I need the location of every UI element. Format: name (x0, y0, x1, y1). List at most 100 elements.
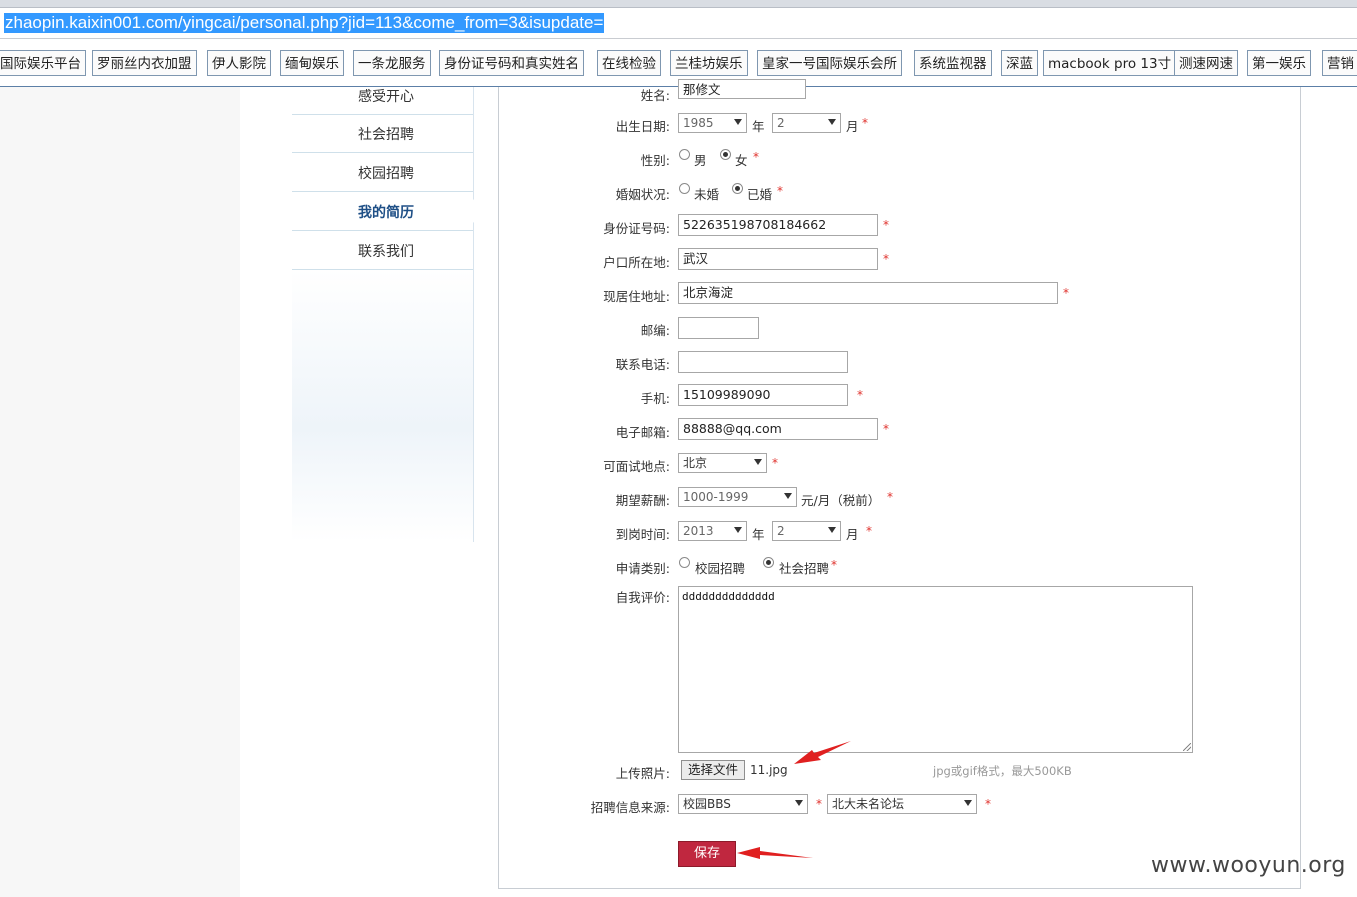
phone-field[interactable] (678, 351, 848, 373)
bookmark-item[interactable]: 缅甸娱乐 (280, 50, 344, 76)
photo-label: 上传照片: (615, 766, 670, 781)
birth-year-value: 1985 (683, 116, 714, 130)
arrival-month-value: 2 (777, 524, 785, 538)
arrival-time-label: 到岗时间: (615, 527, 670, 542)
interview-location-label: 可面试地点: (603, 459, 670, 474)
required-mark: * (883, 218, 889, 232)
year-unit: 年 (752, 119, 765, 134)
bookmark-item[interactable]: 罗丽丝内衣加盟 (92, 50, 197, 76)
bookmark-item[interactable]: 一条龙服务 (353, 50, 431, 76)
bookmark-item[interactable]: 国际娱乐平台 (0, 50, 86, 76)
required-mark: * (866, 524, 872, 538)
arrival-year-select[interactable]: 2013 (678, 521, 747, 541)
chevron-down-icon (734, 527, 742, 533)
page-gutter (0, 87, 240, 897)
resize-handle-icon[interactable] (1183, 743, 1191, 751)
email-label: 电子邮箱: (615, 425, 670, 440)
sidebar-item-experience[interactable]: 感受开心 (292, 77, 473, 115)
address-field[interactable]: 北京海淀 (678, 282, 1058, 304)
name-field[interactable]: 那修文 (678, 79, 806, 99)
bookmark-item[interactable]: 第一娱乐 (1247, 50, 1311, 76)
source-select[interactable]: 校园BBS (678, 794, 808, 814)
bookmark-item[interactable]: 在线检验 (597, 50, 661, 76)
interview-location-select[interactable]: 北京 (678, 453, 767, 473)
chevron-down-icon (734, 119, 742, 125)
id-number-field[interactable]: 522635198708184662 (678, 214, 878, 236)
sidebar: 感受开心 社会招聘 校园招聘 我的简历 联系我们 (292, 87, 474, 542)
required-mark: * (816, 797, 822, 811)
category-social-radio[interactable] (763, 557, 774, 568)
salary-select[interactable]: 1000-1999 (678, 487, 797, 507)
sidebar-item-social-recruit[interactable]: 社会招聘 (292, 115, 473, 153)
hukou-field[interactable]: 武汉 (678, 248, 878, 270)
zip-field[interactable] (678, 317, 759, 339)
sidebar-item-label: 校园招聘 (358, 166, 414, 182)
required-mark: * (887, 490, 893, 504)
mobile-label: 手机: (640, 391, 670, 406)
gender-female-radio[interactable] (720, 149, 731, 160)
required-mark: * (753, 150, 759, 164)
bookmark-item[interactable]: 测速网速 (1174, 50, 1238, 76)
zip-label: 邮编: (640, 323, 670, 338)
arrival-year-value: 2013 (683, 524, 714, 538)
gender-male-radio[interactable] (679, 149, 690, 160)
bookmark-item[interactable]: 身份证号码和真实姓名 (439, 50, 584, 76)
sidebar-item-campus-recruit[interactable]: 校园招聘 (292, 154, 473, 192)
address-bar[interactable]: zhaopin.kaixin001.com/yingcai/personal.p… (0, 8, 1357, 39)
address-label: 现居住地址: (603, 289, 670, 304)
chevron-down-icon (828, 119, 836, 125)
tab-strip (0, 0, 1357, 8)
salary-unit: 元/月（税前） (801, 493, 881, 508)
required-mark: * (831, 558, 837, 572)
sidebar-item-label: 我的简历 (358, 205, 414, 221)
bookmark-item[interactable]: 伊人影院 (207, 50, 271, 76)
category-label: 申请类别: (615, 561, 670, 576)
self-eval-textarea[interactable]: dddddddddddddd (678, 586, 1193, 753)
category-campus-label: 校园招聘 (695, 561, 746, 576)
marital-single-radio[interactable] (679, 183, 690, 194)
required-mark: * (772, 456, 778, 470)
arrival-month-select[interactable]: 2 (772, 521, 841, 541)
salary-value: 1000-1999 (683, 490, 749, 504)
marital-label: 婚姻状况: (615, 187, 670, 202)
id-number-label: 身份证号码: (603, 221, 670, 236)
gender-male-label: 男 (694, 153, 707, 168)
month-unit: 月 (846, 527, 859, 542)
source-detail-select[interactable]: 北大未名论坛 (827, 794, 977, 814)
save-button[interactable]: 保存 (678, 841, 736, 867)
watermark-text: www.wooyun.org (1151, 853, 1346, 878)
bookmark-item[interactable]: 皇家一号国际娱乐会所 (757, 50, 902, 76)
required-mark: * (1063, 286, 1069, 300)
chevron-down-icon (964, 800, 972, 806)
interview-location-value: 北京 (683, 456, 708, 470)
required-mark: * (857, 388, 863, 402)
bookmark-item[interactable]: 兰桂坊娱乐 (670, 50, 748, 76)
mobile-field[interactable]: 15109989090 (678, 384, 848, 406)
self-eval-text: dddddddddddddd (682, 590, 775, 603)
phone-label: 联系电话: (615, 357, 670, 372)
file-hint: jpg或gif格式，最大500KB (933, 764, 1072, 778)
active-caret (464, 199, 474, 223)
salary-label: 期望薪酬: (615, 493, 670, 508)
birth-date-label: 出生日期: (615, 119, 670, 134)
url-text[interactable]: zhaopin.kaixin001.com/yingcai/personal.p… (4, 13, 605, 33)
choose-file-button[interactable]: 选择文件 (681, 760, 745, 780)
birth-month-value: 2 (777, 116, 785, 130)
bookmark-item[interactable]: 深蓝 (1001, 50, 1038, 76)
bookmark-item[interactable]: 系统监视器 (914, 50, 992, 76)
file-name: 11.jpg (750, 763, 788, 777)
birth-month-select[interactable]: 2 (772, 113, 841, 133)
sidebar-item-contact[interactable]: 联系我们 (292, 232, 473, 270)
bookmark-item[interactable]: macbook pro 13寸 (1043, 50, 1177, 76)
bookmark-item[interactable]: 营销 (1322, 50, 1357, 76)
birth-year-select[interactable]: 1985 (678, 113, 747, 133)
marital-married-label: 已婚 (747, 187, 773, 202)
required-mark: * (862, 116, 868, 130)
email-field[interactable]: 88888@qq.com (678, 418, 878, 440)
category-campus-radio[interactable] (679, 557, 690, 568)
marital-married-radio[interactable] (732, 183, 743, 194)
month-unit: 月 (846, 119, 859, 134)
required-mark: * (883, 422, 889, 436)
sidebar-item-my-resume[interactable]: 我的简历 (292, 193, 473, 231)
required-mark: * (985, 797, 991, 811)
